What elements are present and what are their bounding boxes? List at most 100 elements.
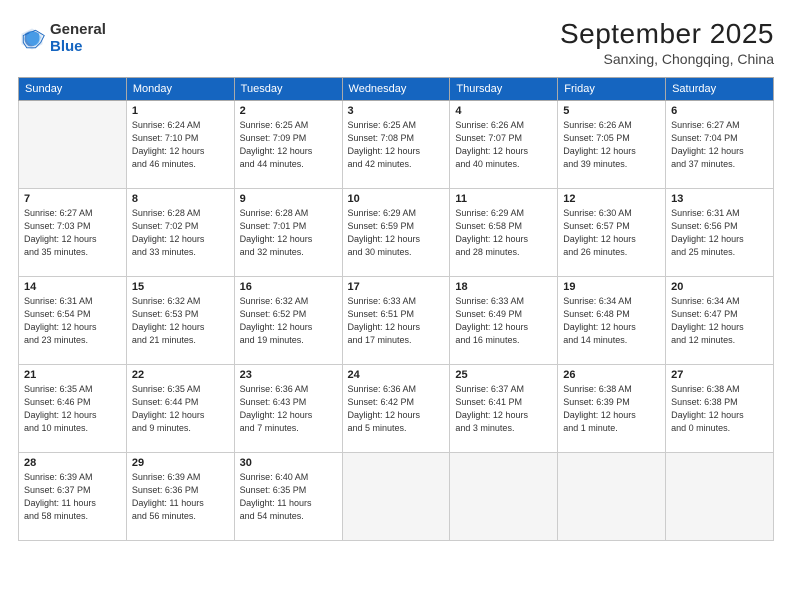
day-info: Sunrise: 6:34 AMSunset: 6:47 PMDaylight:… [671, 295, 768, 347]
day-number: 26 [563, 369, 660, 381]
day-number: 8 [132, 193, 229, 205]
calendar-cell: 25Sunrise: 6:37 AMSunset: 6:41 PMDayligh… [450, 365, 558, 453]
calendar-cell: 18 Sunrise: 6:33 AMSunset: 6:49 PMDayligh… [450, 277, 558, 365]
day-number: 7 [24, 193, 121, 205]
calendar-cell: 8 Sunrise: 6:28 AMSunset: 7:02 PMDaylight… [126, 189, 234, 277]
day-info: Sunrise: 6:38 AMSunset: 6:38 PMDaylight:… [671, 383, 768, 435]
logo-general: General [50, 22, 106, 39]
calendar-cell: 6Sunrise: 6:27 AMSunset: 7:04 PMDaylight… [666, 101, 774, 189]
day-number: 24 [348, 369, 445, 381]
day-info: Sunrise: 6:36 AMSunset: 6:43 PMDaylight:… [240, 383, 337, 435]
calendar-cell: 26 Sunrise: 6:38 AMSunset: 6:39 PMDayligh… [558, 365, 666, 453]
day-number: 15 [132, 281, 229, 293]
calendar-cell [19, 101, 127, 189]
calendar-cell: 23 Sunrise: 6:36 AMSunset: 6:43 PMDayligh… [234, 365, 342, 453]
calendar-cell: 4 Sunrise: 6:26 AMSunset: 7:07 PMDaylight… [450, 101, 558, 189]
calendar-cell: 5 Sunrise: 6:26 AMSunset: 7:05 PMDaylight… [558, 101, 666, 189]
day-info: Sunrise: 6:32 AMSunset: 6:52 PMDaylight:… [240, 295, 337, 347]
header-tuesday: Tuesday [234, 78, 342, 101]
day-info: Sunrise: 6:28 AMSunset: 7:02 PMDaylight:… [132, 207, 229, 259]
header-thursday: Thursday [450, 78, 558, 101]
calendar-week-2: 14Sunrise: 6:31 AMSunset: 6:54 PMDayligh… [19, 277, 774, 365]
calendar-cell: 10 Sunrise: 6:29 AMSunset: 6:59 PMDayligh… [342, 189, 450, 277]
day-info: Sunrise: 6:39 AMSunset: 6:37 PMDaylight:… [24, 471, 121, 523]
day-info: Sunrise: 6:25 AMSunset: 7:08 PMDaylight:… [348, 119, 445, 171]
day-number: 29 [132, 457, 229, 469]
day-info: Sunrise: 6:39 AMSunset: 6:36 PMDaylight:… [132, 471, 229, 523]
day-number: 27 [671, 369, 768, 381]
calendar-body: 1 Sunrise: 6:24 AMSunset: 7:10 PMDaylight… [19, 101, 774, 541]
day-number: 11 [455, 193, 552, 205]
calendar-cell: 7 Sunrise: 6:27 AMSunset: 7:03 PMDaylight… [19, 189, 127, 277]
day-info: Sunrise: 6:25 AMSunset: 7:09 PMDaylight:… [240, 119, 337, 171]
calendar-cell: 15 Sunrise: 6:32 AMSunset: 6:53 PMDayligh… [126, 277, 234, 365]
calendar-cell: 20 Sunrise: 6:34 AMSunset: 6:47 PMDayligh… [666, 277, 774, 365]
day-info: Sunrise: 6:40 AMSunset: 6:35 PMDaylight:… [240, 471, 337, 523]
day-info: Sunrise: 6:34 AMSunset: 6:48 PMDaylight:… [563, 295, 660, 347]
header-wednesday: Wednesday [342, 78, 450, 101]
day-number: 5 [563, 105, 660, 117]
day-info: Sunrise: 6:31 AMSunset: 6:54 PMDaylight:… [24, 295, 121, 347]
day-info: Sunrise: 6:27 AMSunset: 7:03 PMDaylight:… [24, 207, 121, 259]
calendar-cell: 21Sunrise: 6:35 AMSunset: 6:46 PMDayligh… [19, 365, 127, 453]
day-info: Sunrise: 6:29 AMSunset: 6:58 PMDaylight:… [455, 207, 552, 259]
calendar-cell: 3 Sunrise: 6:25 AMSunset: 7:08 PMDaylight… [342, 101, 450, 189]
calendar-cell: 13Sunrise: 6:31 AMSunset: 6:56 PMDayligh… [666, 189, 774, 277]
day-number: 1 [132, 105, 229, 117]
month-title: September 2025 [560, 18, 774, 50]
header-monday: Monday [126, 78, 234, 101]
calendar-header: Sunday Monday Tuesday Wednesday Thursday… [19, 78, 774, 101]
day-number: 10 [348, 193, 445, 205]
day-info: Sunrise: 6:33 AMSunset: 6:49 PMDaylight:… [455, 295, 552, 347]
day-info: Sunrise: 6:33 AMSunset: 6:51 PMDaylight:… [348, 295, 445, 347]
day-info: Sunrise: 6:29 AMSunset: 6:59 PMDaylight:… [348, 207, 445, 259]
day-number: 30 [240, 457, 337, 469]
calendar-cell: 29 Sunrise: 6:39 AMSunset: 6:36 PMDayligh… [126, 453, 234, 541]
logo-icon [18, 25, 46, 53]
day-info: Sunrise: 6:30 AMSunset: 6:57 PMDaylight:… [563, 207, 660, 259]
calendar-cell: 19 Sunrise: 6:34 AMSunset: 6:48 PMDayligh… [558, 277, 666, 365]
calendar-cell: 9 Sunrise: 6:28 AMSunset: 7:01 PMDaylight… [234, 189, 342, 277]
day-info: Sunrise: 6:35 AMSunset: 6:44 PMDaylight:… [132, 383, 229, 435]
day-number: 22 [132, 369, 229, 381]
day-info: Sunrise: 6:26 AMSunset: 7:07 PMDaylight:… [455, 119, 552, 171]
calendar-cell [342, 453, 450, 541]
day-number: 2 [240, 105, 337, 117]
day-number: 17 [348, 281, 445, 293]
day-number: 6 [671, 105, 768, 117]
day-number: 13 [671, 193, 768, 205]
day-number: 28 [24, 457, 121, 469]
calendar-cell: 17 Sunrise: 6:33 AMSunset: 6:51 PMDayligh… [342, 277, 450, 365]
day-number: 20 [671, 281, 768, 293]
calendar-cell: 12 Sunrise: 6:30 AMSunset: 6:57 PMDayligh… [558, 189, 666, 277]
calendar-cell: 22 Sunrise: 6:35 AMSunset: 6:44 PMDayligh… [126, 365, 234, 453]
logo: General Blue [18, 22, 106, 55]
day-info: Sunrise: 6:38 AMSunset: 6:39 PMDaylight:… [563, 383, 660, 435]
calendar-week-3: 21Sunrise: 6:35 AMSunset: 6:46 PMDayligh… [19, 365, 774, 453]
calendar-cell: 24 Sunrise: 6:36 AMSunset: 6:42 PMDayligh… [342, 365, 450, 453]
calendar-cell: 2 Sunrise: 6:25 AMSunset: 7:09 PMDaylight… [234, 101, 342, 189]
calendar-cell: 14Sunrise: 6:31 AMSunset: 6:54 PMDayligh… [19, 277, 127, 365]
calendar-week-4: 28 Sunrise: 6:39 AMSunset: 6:37 PMDayligh… [19, 453, 774, 541]
day-info: Sunrise: 6:26 AMSunset: 7:05 PMDaylight:… [563, 119, 660, 171]
calendar-cell: 1 Sunrise: 6:24 AMSunset: 7:10 PMDaylight… [126, 101, 234, 189]
day-number: 12 [563, 193, 660, 205]
day-info: Sunrise: 6:24 AMSunset: 7:10 PMDaylight:… [132, 119, 229, 171]
day-info: Sunrise: 6:32 AMSunset: 6:53 PMDaylight:… [132, 295, 229, 347]
day-number: 18 [455, 281, 552, 293]
calendar-cell [666, 453, 774, 541]
day-number: 16 [240, 281, 337, 293]
calendar-cell [558, 453, 666, 541]
calendar-cell: 16 Sunrise: 6:32 AMSunset: 6:52 PMDayligh… [234, 277, 342, 365]
header-saturday: Saturday [666, 78, 774, 101]
day-info: Sunrise: 6:36 AMSunset: 6:42 PMDaylight:… [348, 383, 445, 435]
day-number: 3 [348, 105, 445, 117]
day-number: 4 [455, 105, 552, 117]
weekday-row: Sunday Monday Tuesday Wednesday Thursday… [19, 78, 774, 101]
day-number: 9 [240, 193, 337, 205]
calendar-week-1: 7 Sunrise: 6:27 AMSunset: 7:03 PMDaylight… [19, 189, 774, 277]
day-number: 23 [240, 369, 337, 381]
day-info: Sunrise: 6:28 AMSunset: 7:01 PMDaylight:… [240, 207, 337, 259]
header-friday: Friday [558, 78, 666, 101]
day-number: 19 [563, 281, 660, 293]
